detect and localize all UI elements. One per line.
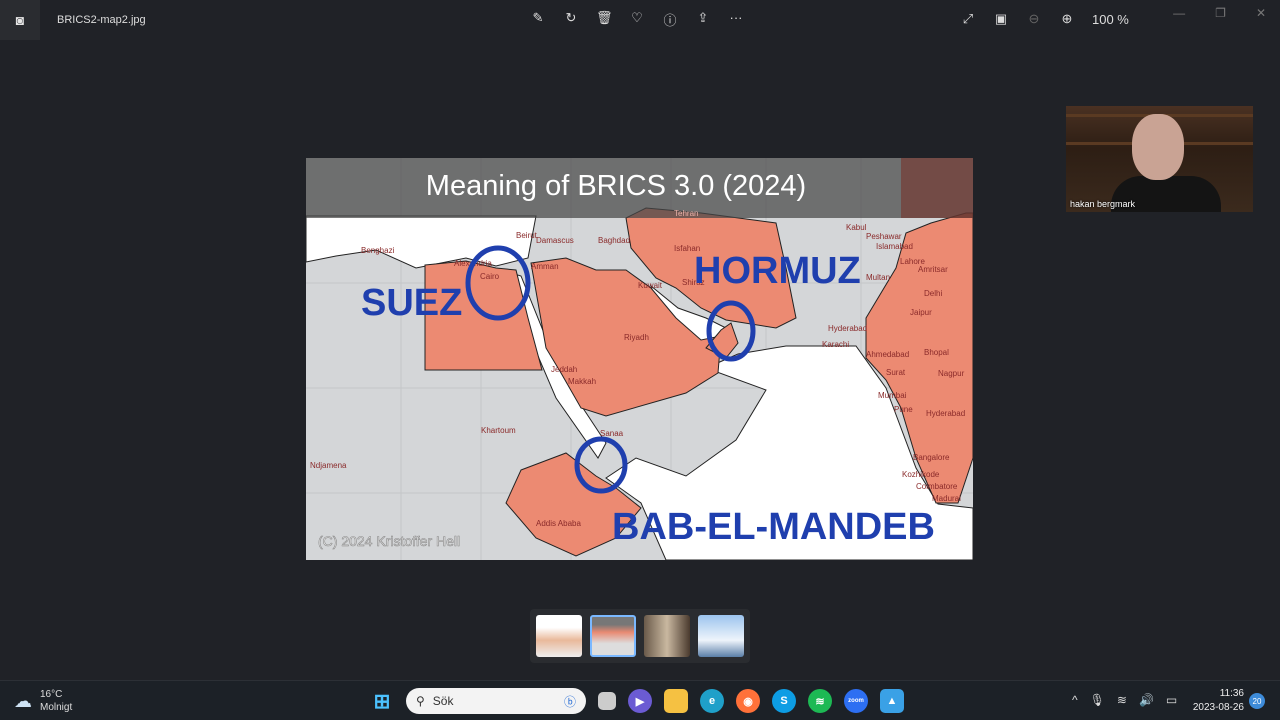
participant-name: hakan bergmark [1070,199,1136,209]
file-name: BRICS2-map2.jpg [57,14,146,26]
weather-condition: Molnigt [40,702,73,713]
search-box[interactable]: ⚲ Sök ⓑ [406,688,586,714]
fit-icon[interactable]: ▣ [993,11,1009,27]
info-icon[interactable]: ⓘ [662,10,678,29]
city-label: Peshawar [866,232,902,241]
city-label: Nagpur [938,369,965,378]
city-label: Jaipur [910,308,932,317]
city-label: Pune [894,405,913,414]
city-label: Damascus [536,236,574,245]
city-label: Kuwait [638,281,663,290]
edit-icon[interactable]: ✎ [530,10,546,29]
city-label: Multan [866,273,890,282]
city-label: Bangalore [913,453,950,462]
volume-icon[interactable]: 🔊 [1139,693,1154,707]
notification-badge[interactable]: 20 [1249,693,1265,709]
zoom-icon[interactable]: zoom [844,689,868,713]
person-face [1132,114,1184,180]
thumbnail-selected[interactable] [590,615,636,657]
close-button[interactable]: ✕ [1256,6,1266,20]
city-label: Delhi [924,289,942,298]
time: 11:36 [1219,688,1244,699]
city-label: Ahmedabad [866,350,909,359]
city-label: Baghdad [598,236,630,245]
clock[interactable]: 11:36 2023-08-26 [1190,687,1244,715]
city-label: Benghazi [361,246,395,255]
battery-icon[interactable]: ▭ [1166,693,1177,707]
zoom-out-icon[interactable]: ⊖ [1026,11,1042,27]
minimize-button[interactable]: — [1173,6,1185,20]
search-placeholder: Sök [432,694,454,708]
toolbar: ✎ ↻ 🗑 ♡ ⓘ ⇪ ··· [530,10,744,29]
city-label: Amman [531,262,559,271]
thumbnail[interactable] [536,615,582,657]
city-label: Cairo [480,272,500,281]
slide-title: Meaning of BRICS 3.0 (2024) [426,170,806,202]
copyright: (C) 2024 Kristoffer Hell [318,533,460,549]
bing-icon[interactable]: ⓑ [564,693,576,710]
city-label: Riyadh [624,333,649,342]
maximize-button[interactable]: ❐ [1215,6,1226,20]
wifi-icon[interactable]: ≋ [1117,693,1127,707]
photos-icon[interactable]: ▲ [880,689,904,713]
city-label: Islamabad [876,242,913,251]
city-label: Mumbai [878,391,907,400]
webcam-video: hakan bergmark [1066,106,1253,212]
search-icon: ⚲ [416,694,425,708]
chevron-up-icon[interactable]: ^ [1072,693,1078,707]
city-label: Hyderabad [828,324,867,333]
teams-chat-icon[interactable]: ▶ [628,689,652,713]
city-label: Kozhikode [902,470,940,479]
zoom-in-icon[interactable]: ⊕ [1059,11,1075,27]
city-label: Hyderabad [926,409,965,418]
skype-icon[interactable]: S [772,689,796,713]
temperature: 16°C [40,689,63,700]
city-label: Coimbatore [916,482,958,491]
zoom-level: 100 % [1092,11,1129,27]
map-image: Benghazi Alexandria Cairo Beirut Damascu… [306,158,973,560]
favorite-icon[interactable]: ♡ [629,10,645,29]
city-label: Madurai [932,494,961,503]
share-icon[interactable]: ⇪ [695,10,711,29]
city-label: Tehran [674,209,698,218]
thumbnail[interactable] [644,615,690,657]
map-svg: Benghazi Alexandria Cairo Beirut Damascu… [306,158,973,560]
title-bar: ◙ BRICS2-map2.jpg ✎ ↻ 🗑 ♡ ⓘ ⇪ ··· ⤢ ▣ ⊖ … [0,0,1280,40]
city-label: Kabul [846,223,867,232]
fullscreen-icon[interactable]: ⤢ [960,11,976,27]
suez-label: SUEZ [361,282,462,324]
cloud-icon: ☁ [14,690,32,711]
city-label: Amritsar [918,265,948,274]
city-label: Makkah [568,377,596,386]
city-label: Addis Ababa [536,519,581,528]
city-label: Jeddah [551,365,577,374]
start-icon[interactable]: ⊞ [370,689,394,713]
edge-icon[interactable]: e [700,689,724,713]
microphone-icon[interactable]: 🎙 [1090,693,1105,707]
photos-app-icon[interactable]: ◙ [0,0,40,40]
task-view-icon[interactable] [598,692,616,710]
city-label: Bhopal [924,348,949,357]
city-label: Ndjamena [310,461,347,470]
city-label: Karachi [822,340,849,349]
bab-el-mandeb-label: BAB-EL-MANDEB [612,506,935,548]
spotify-icon[interactable]: ≋ [808,689,832,713]
city-label: Beirut [516,231,538,240]
file-explorer-icon[interactable] [664,689,688,713]
title-band-accent [901,158,973,218]
city-label: Surat [886,368,906,377]
city-label: Khartoum [481,426,516,435]
weather-widget[interactable]: ☁ 16°C Molnigt [14,688,72,714]
rotate-icon[interactable]: ↻ [563,10,579,29]
firefox-icon[interactable]: ◉ [736,689,760,713]
delete-icon[interactable]: 🗑 [596,10,613,29]
filmstrip [530,609,750,663]
taskbar: ☁ 16°C Molnigt ⊞ ⚲ Sök ⓑ ▶ e ◉ S ≋ zoom ▲ ^… [0,680,1280,720]
more-icon[interactable]: ··· [728,10,744,29]
date: 2023-08-26 [1192,702,1244,713]
thumbnail[interactable] [698,615,744,657]
hormuz-label: HORMUZ [694,250,861,292]
